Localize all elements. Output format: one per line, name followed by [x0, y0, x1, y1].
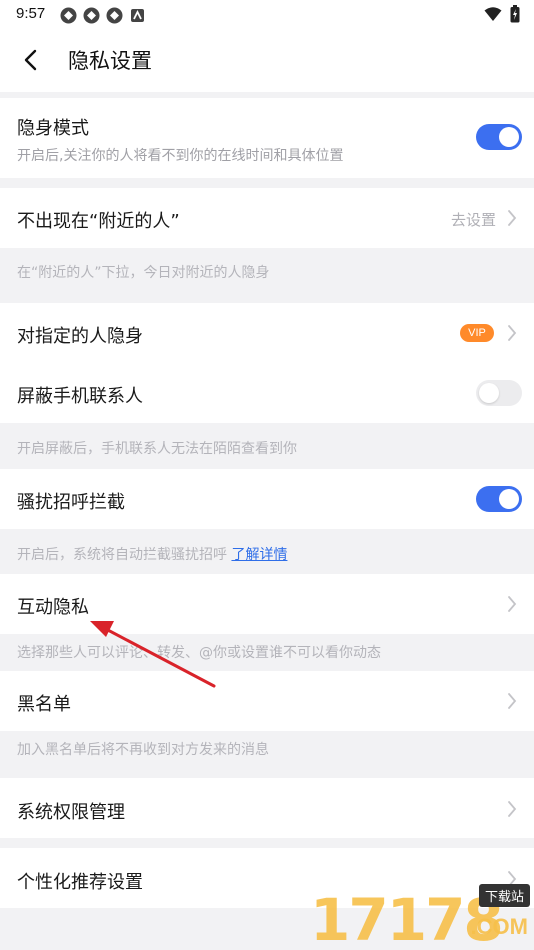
- block-contacts-label: 屏蔽手机联系人: [17, 386, 143, 407]
- chevron-right-icon: [508, 210, 517, 226]
- watermark-logo: 17178 下载站 .COM: [304, 880, 534, 950]
- block-contacts-note: 开启屏蔽后，手机联系人无法在陌陌查看到你: [17, 441, 297, 457]
- nearby-action: 去设置: [450, 211, 496, 229]
- battery-icon: [510, 5, 520, 23]
- toggle-knob: [479, 383, 499, 403]
- harassment-block-toggle[interactable]: [476, 486, 522, 512]
- chevron-left-icon: [24, 49, 37, 71]
- system-indicators: [484, 5, 520, 23]
- nearby-row[interactable]: 不出现在“附近的人” 去设置: [0, 188, 534, 248]
- invisible-mode-toggle[interactable]: [476, 124, 522, 150]
- invisible-mode-desc: 开启后,关注你的人将看不到你的在线时间和具体位置: [17, 148, 344, 164]
- blacklist-label: 黑名单: [17, 694, 71, 715]
- system-permissions-label: 系统权限管理: [17, 802, 125, 823]
- status-time: 9:57: [16, 5, 46, 22]
- notification-icon: [60, 7, 77, 24]
- status-bar: 9:57: [0, 0, 534, 30]
- chevron-right-icon: [508, 801, 517, 817]
- hide-from-specific-row[interactable]: 对指定的人隐身 VIP: [0, 303, 534, 363]
- interaction-privacy-note: 选择那些人可以评论、转发、@你或设置谁不可以看你动态: [17, 645, 381, 661]
- interaction-privacy-label: 互动隐私: [17, 597, 89, 618]
- invisible-mode-label: 隐身模式: [17, 118, 89, 139]
- harassment-block-row: 骚扰招呼拦截: [0, 469, 534, 529]
- nearby-note: 在“附近的人”下拉，今日对附近的人隐身: [17, 265, 270, 281]
- wifi-icon: [484, 6, 502, 21]
- watermark-download: 下载站: [478, 884, 530, 907]
- notification-icon: [83, 7, 100, 24]
- invisible-mode-row: 隐身模式 开启后,关注你的人将看不到你的在线时间和具体位置: [0, 98, 534, 178]
- notification-icon: [129, 7, 146, 24]
- harassment-block-note: 开启后，系统将自动拦截骚扰招呼 了解详情: [17, 544, 287, 564]
- learn-more-link[interactable]: 了解详情: [231, 547, 287, 563]
- back-button[interactable]: [16, 44, 48, 76]
- system-permissions-row[interactable]: 系统权限管理: [0, 778, 534, 838]
- watermark-domain: .COM: [470, 914, 528, 939]
- hide-from-specific-label: 对指定的人隐身: [17, 326, 143, 347]
- chevron-right-icon: [508, 325, 517, 341]
- chevron-right-icon: [508, 693, 517, 709]
- harassment-note-text: 开启后，系统将自动拦截骚扰招呼: [17, 547, 227, 563]
- blacklist-row[interactable]: 黑名单: [0, 671, 534, 731]
- chevron-right-icon: [508, 596, 517, 612]
- personalization-label: 个性化推荐设置: [17, 872, 143, 893]
- block-contacts-toggle[interactable]: [476, 380, 522, 406]
- nearby-label: 不出现在“附近的人”: [17, 211, 180, 232]
- toggle-knob: [499, 489, 519, 509]
- harassment-block-label: 骚扰招呼拦截: [17, 492, 125, 513]
- notification-icons: [60, 7, 146, 24]
- page-title: 隐私设置: [68, 49, 152, 73]
- notification-icon: [106, 7, 123, 24]
- block-contacts-row: 屏蔽手机联系人: [0, 363, 534, 423]
- interaction-privacy-row[interactable]: 互动隐私: [0, 574, 534, 634]
- nav-bar: 隐私设置: [0, 30, 534, 92]
- toggle-knob: [499, 127, 519, 147]
- blacklist-note: 加入黑名单后将不再收到对方发来的消息: [17, 742, 269, 758]
- vip-badge: VIP: [460, 324, 494, 342]
